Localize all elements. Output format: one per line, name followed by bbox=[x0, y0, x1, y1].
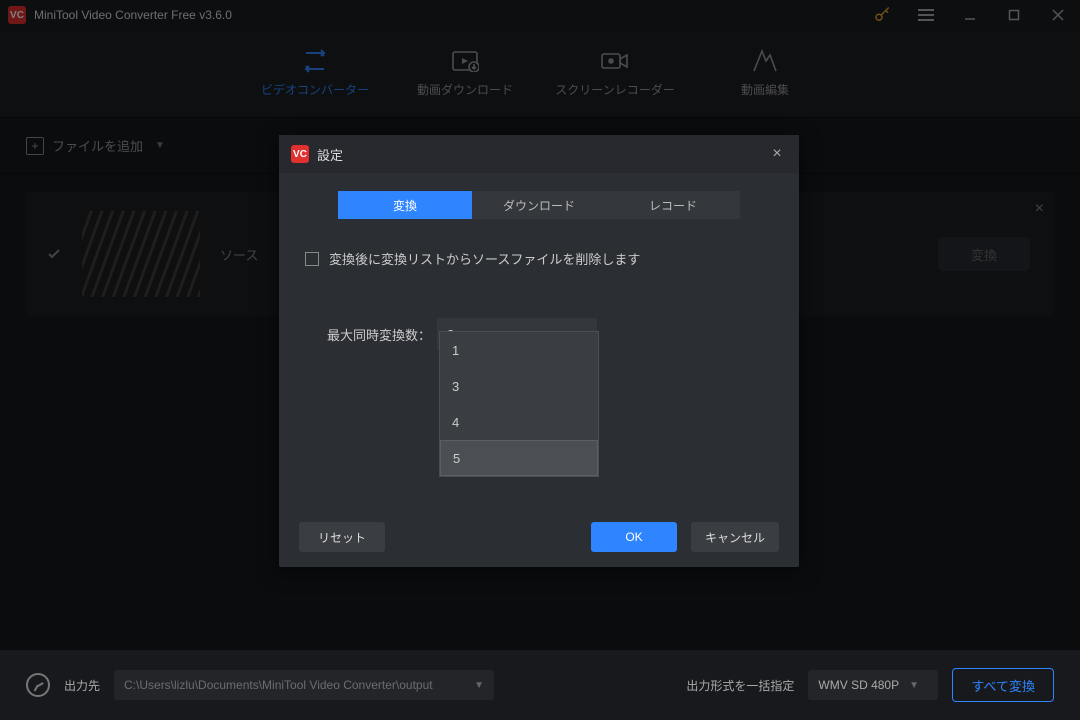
ok-button[interactable]: OK bbox=[591, 522, 677, 552]
chevron-down-icon: ▼ bbox=[909, 680, 919, 691]
delete-source-label: 変換後に変換リストからソースファイルを削除します bbox=[329, 249, 640, 268]
tab-record[interactable]: レコード bbox=[606, 191, 740, 219]
dropdown-option-3[interactable]: 3 bbox=[440, 368, 598, 404]
modal-app-icon: VC bbox=[291, 145, 309, 163]
output-format-select[interactable]: WMV SD 480P ▼ bbox=[808, 670, 938, 700]
modal-header: VC 設定 × bbox=[279, 135, 799, 173]
modal-body: 変換後に変換リストからソースファイルを削除します 最大同時変換数： 2 ▼ 1 … bbox=[279, 219, 799, 507]
bottom-bar: 出力先 C:\Users\lizlu\Documents\MiniTool Vi… bbox=[0, 650, 1080, 720]
settings-modal: VC 設定 × 変換 ダウンロード レコード 変換後に変換リストからソースファイ… bbox=[279, 135, 799, 567]
reset-button[interactable]: リセット bbox=[299, 522, 385, 552]
clock-icon[interactable] bbox=[26, 673, 50, 697]
dropdown-option-4[interactable]: 4 bbox=[440, 404, 598, 440]
max-concurrent-dropdown: 1 3 4 5 bbox=[439, 331, 599, 477]
max-concurrent-label: 最大同時変換数： bbox=[327, 325, 431, 344]
dropdown-option-5[interactable]: 5 bbox=[440, 440, 598, 476]
convert-all-button[interactable]: すべて変換 bbox=[952, 668, 1054, 702]
output-format-value: WMV SD 480P bbox=[818, 678, 899, 692]
output-dest-label: 出力先 bbox=[64, 677, 100, 694]
output-path-select[interactable]: C:\Users\lizlu\Documents\MiniTool Video … bbox=[114, 670, 494, 700]
modal-close-icon[interactable]: × bbox=[767, 145, 787, 163]
chevron-down-icon: ▼ bbox=[474, 680, 484, 691]
modal-tabs: 変換 ダウンロード レコード bbox=[279, 191, 799, 219]
modal-title: 設定 bbox=[317, 145, 767, 164]
output-format-label: 出力形式を一括指定 bbox=[686, 677, 794, 694]
output-path-value: C:\Users\lizlu\Documents\MiniTool Video … bbox=[124, 678, 433, 692]
delete-source-option[interactable]: 変換後に変換リストからソースファイルを削除します bbox=[305, 249, 773, 268]
tab-download[interactable]: ダウンロード bbox=[472, 191, 606, 219]
checkbox-icon bbox=[305, 252, 319, 266]
cancel-button[interactable]: キャンセル bbox=[691, 522, 779, 552]
tab-convert[interactable]: 変換 bbox=[338, 191, 472, 219]
modal-footer: リセット OK キャンセル bbox=[279, 507, 799, 567]
dropdown-option-1[interactable]: 1 bbox=[440, 332, 598, 368]
